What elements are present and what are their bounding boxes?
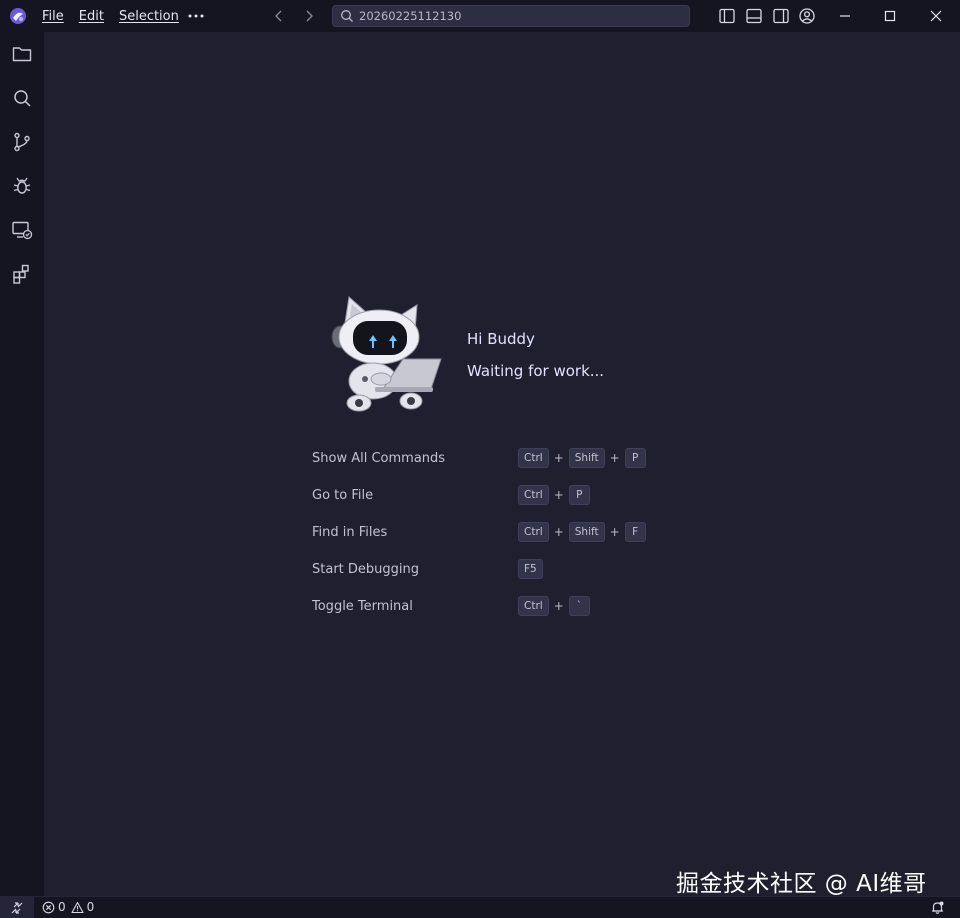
shortcut-row[interactable]: Show All Commands Ctrl + Shift + P [312,447,646,469]
key-badge: ` [568,596,590,616]
remote-indicator[interactable] [0,897,34,918]
key-combo: Ctrl + P [518,485,590,505]
search-icon[interactable] [11,87,33,109]
key-separator: + [553,599,564,613]
key-badge: Ctrl [518,522,549,542]
shortcut-label: Toggle Terminal [312,598,413,614]
remote-icon [11,902,23,914]
key-combo: F5 [518,559,543,579]
menu-bar: File Edit Selection [42,0,194,32]
error-count: 0 [58,900,66,914]
key-badge: F5 [518,559,543,579]
key-badge: Ctrl [518,485,549,505]
title-bar: File Edit Selection [0,0,960,32]
toggle-secondary-sidebar-icon[interactable] [772,7,790,25]
key-badge: Shift [568,522,605,542]
remote-explorer-icon[interactable] [11,219,33,241]
warning-icon [71,901,84,913]
extensions-icon[interactable] [11,263,33,285]
bell-icon[interactable] [930,900,945,915]
warning-count: 0 [86,900,95,914]
greeting-text: Hi Buddy [467,330,535,348]
key-separator: + [553,488,564,502]
menu-selection[interactable]: Selection [119,9,179,24]
account-icon[interactable] [798,7,816,25]
search-input[interactable] [359,9,679,23]
source-control-icon[interactable] [11,131,33,153]
key-combo: Ctrl + ` [518,596,590,616]
robot-cat-mascot [331,296,442,412]
arrow-right-icon[interactable] [301,8,317,24]
key-separator: + [609,451,620,465]
key-separator: + [553,451,564,465]
key-badge: Ctrl [518,596,549,616]
app-logo-icon [10,8,26,24]
problems-indicator[interactable]: 0 0 [42,900,99,914]
run-debug-icon[interactable] [11,175,33,197]
command-center-search[interactable] [332,5,690,27]
explorer-icon[interactable] [11,43,33,65]
error-icon [42,901,55,913]
shortcut-row[interactable]: Toggle Terminal Ctrl + ` [312,595,590,617]
minimize-icon[interactable] [836,7,854,25]
key-combo: Ctrl + Shift + F [518,522,646,542]
close-icon[interactable] [927,7,945,25]
status-message: Waiting for work... [467,362,605,380]
key-badge: Shift [568,448,605,468]
menu-file[interactable]: File [42,9,64,24]
key-combo: Ctrl + Shift + P [518,448,646,468]
activity-bar [0,32,44,896]
more-icon[interactable] [186,8,206,24]
shortcut-label: Go to File [312,487,374,503]
status-bar: 0 0 [0,896,960,918]
search-icon [341,10,353,22]
shortcut-label: Find in Files [312,524,388,540]
toggle-primary-sidebar-icon[interactable] [718,7,736,25]
shortcut-label: Start Debugging [312,561,419,577]
shortcut-row[interactable]: Go to File Ctrl + P [312,484,590,506]
key-badge: Ctrl [518,448,549,468]
menu-edit[interactable]: Edit [79,9,104,24]
arrow-left-icon[interactable] [271,8,287,24]
key-badge: P [624,448,646,468]
key-badge: P [568,485,590,505]
shortcut-label: Show All Commands [312,450,446,466]
shortcut-row[interactable]: Find in Files Ctrl + Shift + F [312,521,646,543]
key-badge: F [624,522,646,542]
key-separator: + [553,525,564,539]
watermark: 掘金技术社区 @ AI维哥 [676,871,927,897]
toggle-panel-icon[interactable] [745,7,763,25]
shortcut-row[interactable]: Start Debugging F5 [312,558,543,580]
key-separator: + [609,525,620,539]
maximize-icon[interactable] [881,7,899,25]
